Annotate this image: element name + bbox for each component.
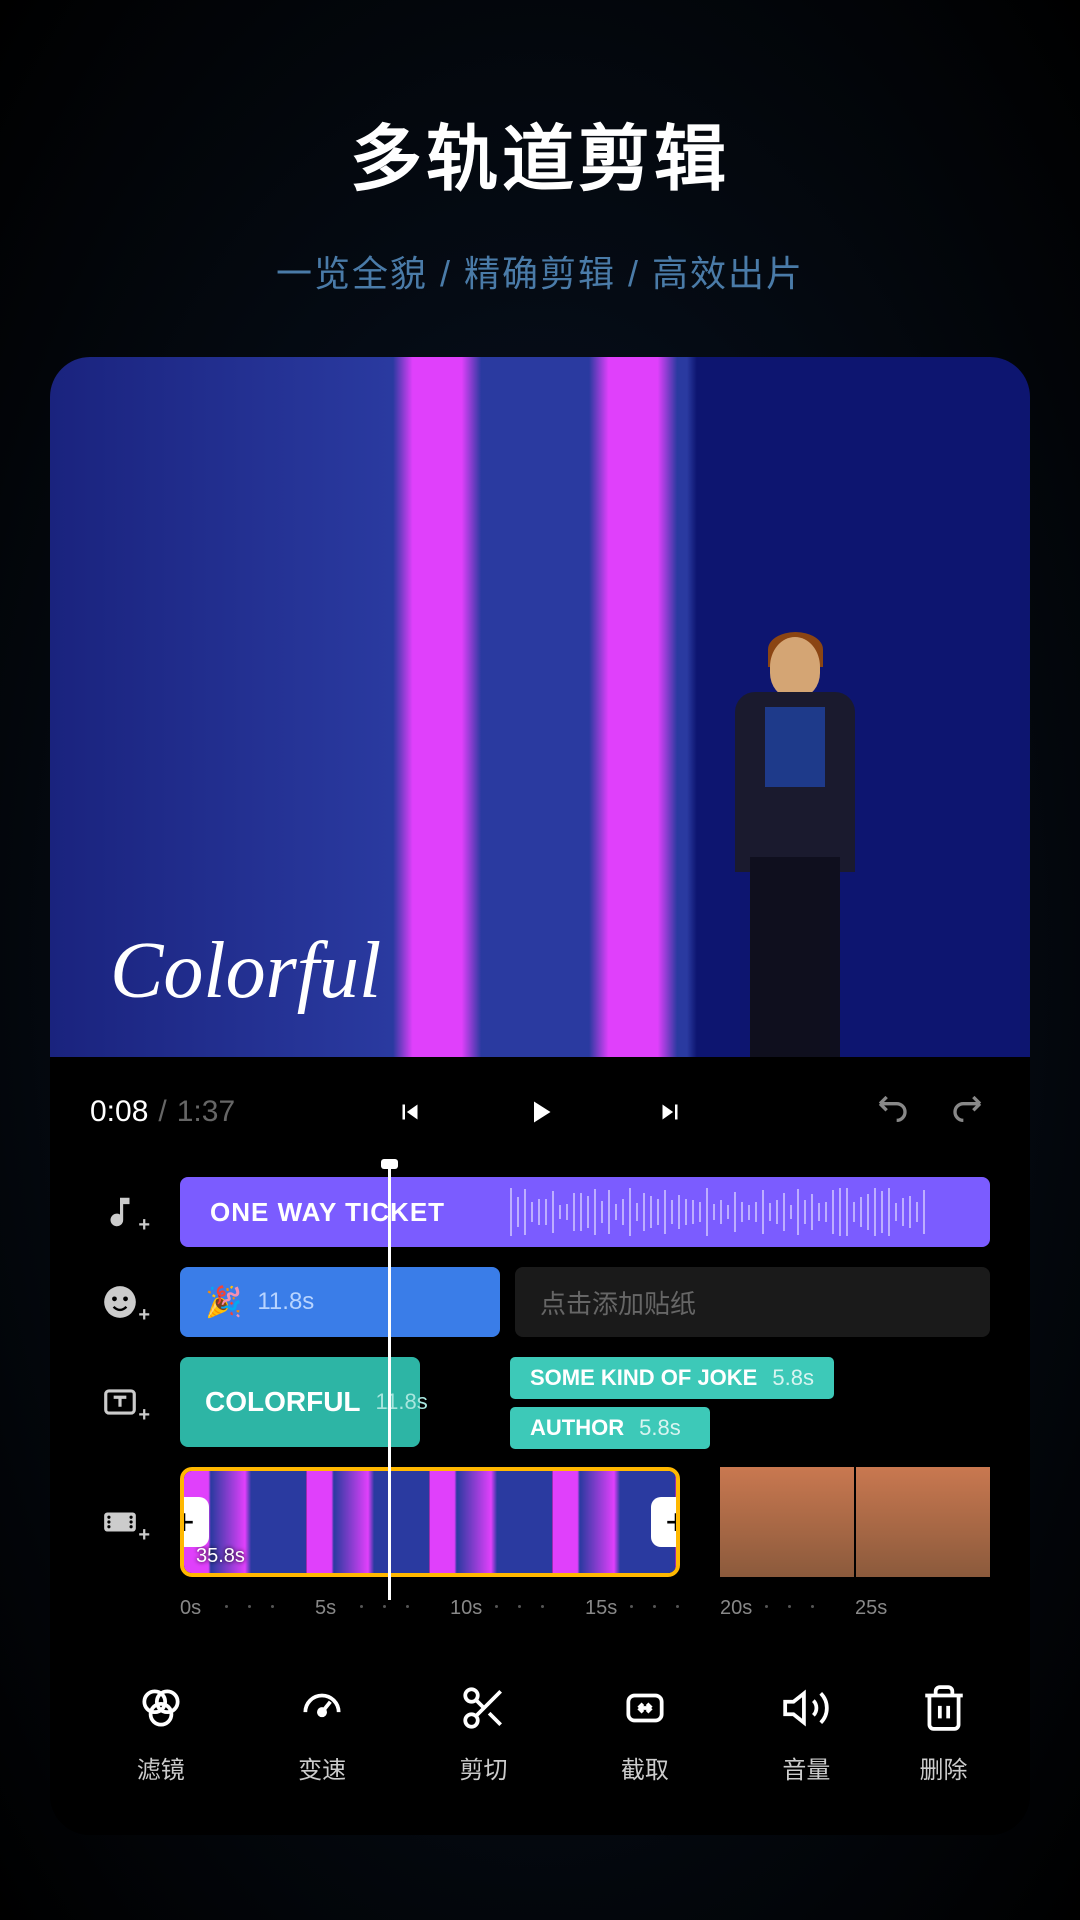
volume-tool[interactable]: 音量 [726,1680,887,1785]
sticker-placeholder[interactable]: 点击添加贴纸 [515,1267,990,1337]
timeline[interactable]: + ONE WAY TICKET + 🎉 11.8s 点击添加贴纸 [50,1167,1030,1640]
redo-button[interactable] [940,1087,990,1137]
hero-title: 多轨道剪辑 [0,0,1080,205]
playback-controls: 0:08 / 1:37 [50,1057,1030,1167]
editor-card: Colorful 0:08 / 1:37 [50,357,1030,1835]
add-audio-icon[interactable]: + [90,1182,150,1242]
plus-icon: + [138,1524,150,1547]
text-clip-main[interactable]: COLORFUL 11.8s [180,1357,420,1447]
waveform [510,1177,990,1247]
add-text-icon[interactable]: + [90,1372,150,1432]
plus-icon: + [138,1404,150,1427]
add-clip-before-button[interactable]: + [180,1497,209,1547]
playhead[interactable] [388,1167,391,1600]
speed-tool[interactable]: 变速 [241,1680,402,1785]
plus-icon: + [138,1214,150,1237]
text-clip-duration: 5.8s [639,1415,681,1441]
audio-clip[interactable]: ONE WAY TICKET [180,1177,990,1247]
prev-button[interactable] [385,1087,435,1137]
tool-label: 截取 [621,1750,669,1785]
timeline-ruler: 0s 5s 10s 15s 20s 25s [90,1597,990,1620]
audio-track: + ONE WAY TICKET [90,1177,990,1247]
video-clip[interactable] [720,1467,990,1577]
video-clip-duration: 35.8s [196,1545,245,1568]
plus-icon: + [138,1304,150,1327]
tool-label: 删除 [920,1750,968,1785]
current-time: 0:08 [90,1095,148,1129]
delete-tool[interactable]: 删除 [887,1680,1000,1785]
preview-subject [700,637,880,1057]
scissors-icon [456,1680,511,1735]
tool-label: 变速 [298,1750,346,1785]
crop-icon [617,1680,672,1735]
time-display: 0:08 / 1:37 [90,1095,235,1129]
tool-label: 剪切 [460,1750,508,1785]
bottom-toolbar: 滤镜 变速 剪切 截取 音量 删除 [50,1640,1030,1835]
video-preview[interactable]: Colorful [50,357,1030,1057]
text-track: + COLORFUL 11.8s SOME KIND OF JOKE 5.8s … [90,1357,990,1447]
filter-tool[interactable]: 滤镜 [80,1680,241,1785]
sticker-emoji: 🎉 [205,1285,242,1320]
text-clip-duration: 11.8s [376,1389,428,1415]
crop-tool[interactable]: 截取 [564,1680,725,1785]
tool-label: 滤镜 [137,1750,185,1785]
trash-icon [916,1680,971,1735]
video-track: + + 35.8s + [90,1467,990,1577]
text-clip[interactable]: AUTHOR 5.8s [510,1407,710,1449]
undo-button[interactable] [870,1087,920,1137]
total-time: 1:37 [177,1095,235,1129]
hero-subtitle: 一览全貌 / 精确剪辑 / 高效出片 [0,245,1080,297]
preview-text-overlay: Colorful [110,926,381,1017]
speed-icon [295,1680,350,1735]
add-video-icon[interactable]: + [90,1492,150,1552]
text-clip-duration: 5.8s [772,1365,814,1391]
add-sticker-icon[interactable]: + [90,1272,150,1332]
tool-label: 音量 [782,1750,830,1785]
video-clip-selected[interactable]: + 35.8s + [180,1467,680,1577]
text-clip-label: AUTHOR [530,1415,624,1441]
cut-tool[interactable]: 剪切 [403,1680,564,1785]
sticker-clip[interactable]: 🎉 11.8s [180,1267,500,1337]
text-clip-label: SOME KIND OF JOKE [530,1365,757,1391]
sticker-duration: 11.8s [257,1288,314,1316]
filter-icon [133,1680,188,1735]
time-separator: / [158,1095,166,1129]
sticker-track: + 🎉 11.8s 点击添加贴纸 [90,1267,990,1337]
audio-clip-title: ONE WAY TICKET [210,1197,445,1228]
next-button[interactable] [645,1087,695,1137]
text-clip[interactable]: SOME KIND OF JOKE 5.8s [510,1357,834,1399]
play-button[interactable] [515,1087,565,1137]
add-clip-after-button[interactable]: + [651,1497,680,1547]
volume-icon [779,1680,834,1735]
text-clip-label: COLORFUL [205,1386,361,1418]
